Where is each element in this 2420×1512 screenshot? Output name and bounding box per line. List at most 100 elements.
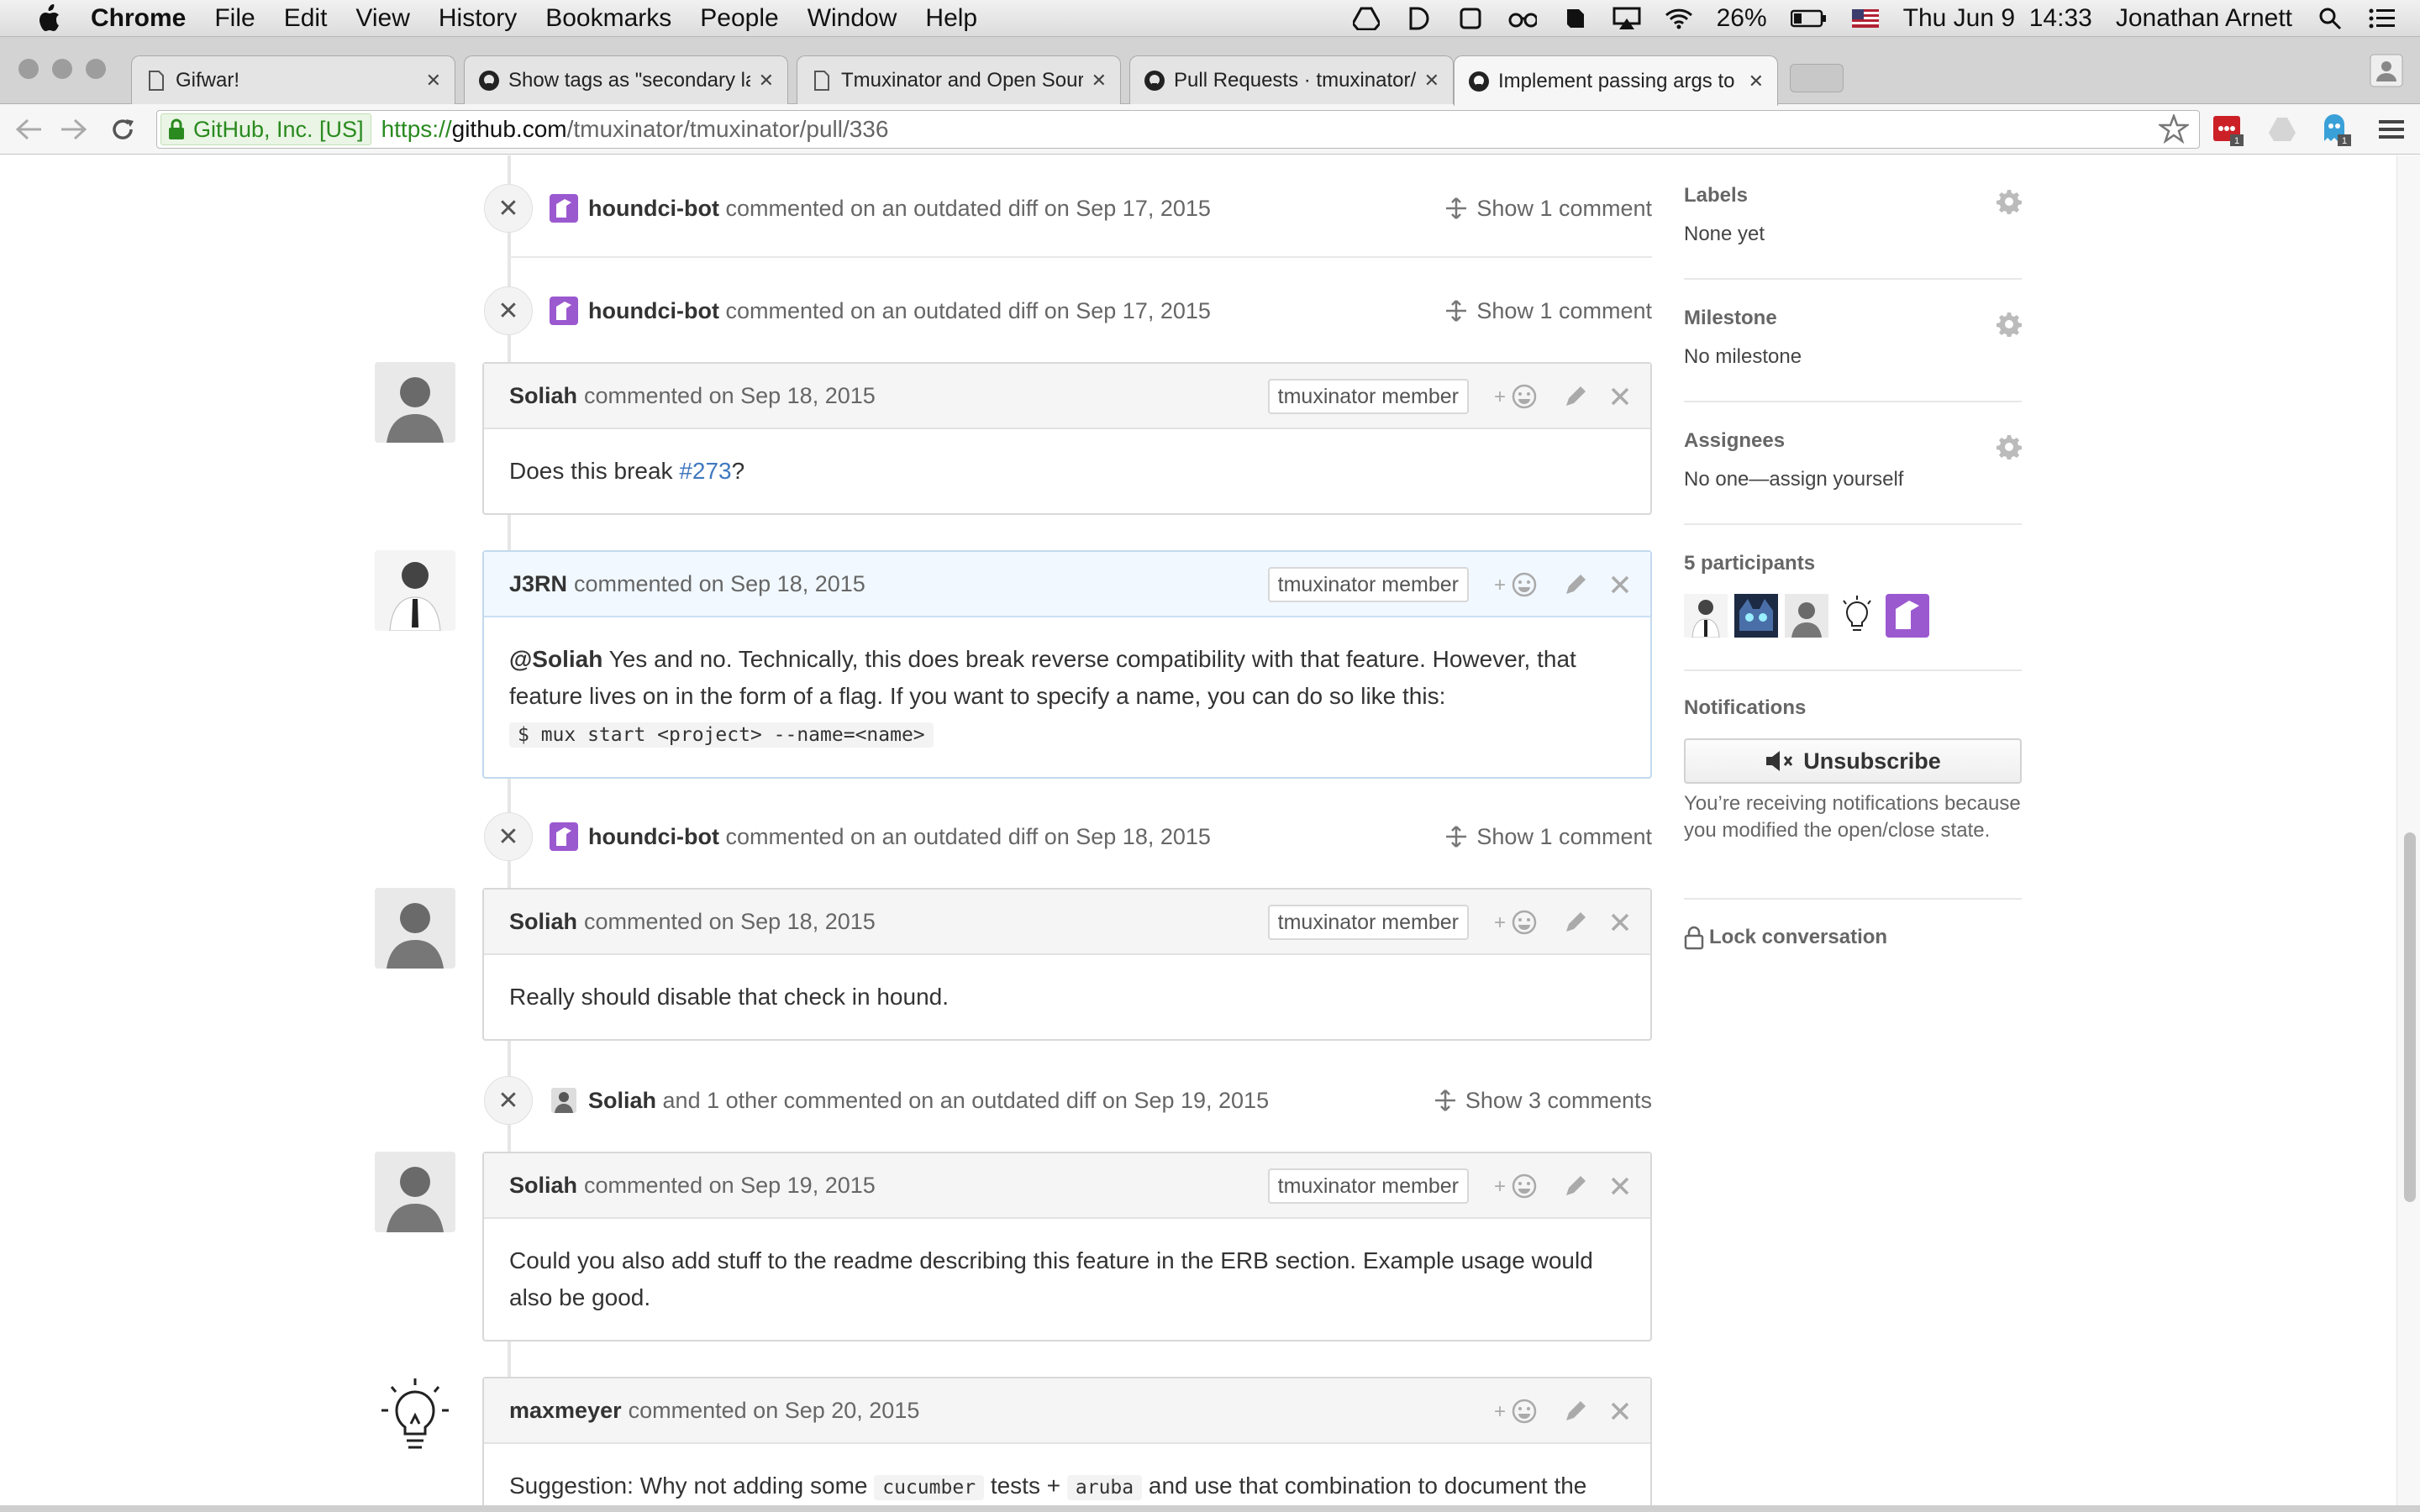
tab-tmuxinator-open-source[interactable]: Tmuxinator and Open Sourc ✕: [797, 55, 1121, 104]
participant-avatar[interactable]: [1785, 594, 1828, 642]
menu-app-chrome[interactable]: Chrome: [91, 4, 186, 33]
close-icon[interactable]: [1610, 912, 1630, 932]
show-comments-button[interactable]: Show 1 comment: [1444, 286, 1652, 336]
soliah-small-avatar-icon[interactable]: [550, 1086, 578, 1115]
author-link[interactable]: maxmeyer: [509, 1398, 622, 1424]
add-reaction-icon[interactable]: +: [1494, 1397, 1541, 1425]
avatar[interactable]: [375, 888, 455, 969]
tab-close-icon[interactable]: ✕: [1424, 70, 1439, 92]
close-icon[interactable]: [1610, 575, 1630, 595]
assign-yourself-link[interactable]: No one—assign yourself: [1684, 468, 2022, 491]
spotlight-search-icon[interactable]: [2316, 6, 2344, 31]
comment-timestamp[interactable]: commented on Sep 20, 2015: [629, 1398, 920, 1424]
menubar-username[interactable]: Jonathan Arnett: [2116, 4, 2292, 33]
menu-history[interactable]: History: [439, 4, 517, 33]
tab-close-icon[interactable]: ✕: [1092, 70, 1107, 92]
notification-center-icon[interactable]: [2368, 6, 2396, 31]
chrome-menu-icon[interactable]: [2375, 113, 2408, 146]
author-link[interactable]: Soliah: [509, 1173, 577, 1199]
pencil-icon[interactable]: [1563, 384, 1588, 409]
comment-timestamp[interactable]: commented on Sep 18, 2015: [584, 383, 876, 409]
extension-drive-icon[interactable]: [2265, 113, 2299, 146]
tab-close-icon[interactable]: ✕: [426, 70, 441, 92]
window-minimize-button[interactable]: [52, 59, 72, 79]
tab-implement-passing-args[interactable]: Implement passing args to ✕: [1454, 55, 1778, 106]
reload-icon[interactable]: [108, 114, 138, 144]
menubar-clock[interactable]: Thu Jun 9 14:33: [1903, 4, 2092, 33]
wifi-icon[interactable]: [1665, 6, 1693, 31]
unsubscribe-button[interactable]: Unsubscribe: [1684, 738, 2022, 784]
tab-close-icon[interactable]: ✕: [759, 70, 774, 92]
author-link[interactable]: Soliah: [509, 909, 577, 935]
comment-timestamp[interactable]: commented on Sep 19, 2015: [584, 1173, 876, 1199]
avatar[interactable]: [375, 550, 455, 631]
battery-icon[interactable]: [1790, 6, 1828, 31]
tab-gifwar[interactable]: Gifwar! ✕: [131, 55, 455, 104]
show-comments-button[interactable]: Show 1 comment: [1444, 183, 1652, 234]
menu-help[interactable]: Help: [925, 4, 977, 33]
issue-link[interactable]: #273: [679, 458, 731, 484]
labels-gear-icon[interactable]: [1996, 189, 2022, 218]
pencil-icon[interactable]: [1563, 1173, 1588, 1199]
participant-avatar[interactable]: [1734, 594, 1778, 642]
participant-avatar[interactable]: [1684, 594, 1728, 642]
close-icon[interactable]: [1610, 386, 1630, 407]
google-drive-icon[interactable]: [1352, 6, 1381, 31]
menu-file[interactable]: File: [214, 4, 255, 33]
flag-us-icon[interactable]: [1851, 6, 1880, 31]
houndci-avatar-icon[interactable]: [550, 194, 578, 223]
participant-avatar[interactable]: [1886, 594, 1929, 642]
author-link[interactable]: houndci-bot: [588, 298, 719, 323]
user-mention[interactable]: @Soliah: [509, 646, 602, 672]
milestone-gear-icon[interactable]: [1996, 312, 2022, 341]
forward-arrow-icon[interactable]: [59, 114, 89, 144]
lock-conversation-link[interactable]: Lock conversation: [1684, 925, 2022, 950]
add-reaction-icon[interactable]: +: [1494, 1172, 1541, 1200]
tab-pull-requests[interactable]: Pull Requests · tmuxinator/t ✕: [1129, 55, 1454, 104]
apple-icon[interactable]: [34, 3, 64, 34]
tab-close-icon[interactable]: ✕: [1749, 71, 1764, 92]
menu-bookmarks[interactable]: Bookmarks: [545, 4, 671, 33]
back-arrow-icon[interactable]: [13, 114, 44, 144]
airplay-icon[interactable]: [1612, 6, 1641, 31]
window-icon[interactable]: [1456, 6, 1485, 31]
page-scrollbar[interactable]: [2396, 155, 2420, 1512]
scrollbar-thumb[interactable]: [2404, 832, 2416, 1202]
address-bar[interactable]: GitHub, Inc. [US] https://github.com/tmu…: [156, 110, 2200, 149]
show-comments-button[interactable]: Show 3 comments: [1434, 1075, 1652, 1126]
add-reaction-icon[interactable]: +: [1494, 908, 1541, 937]
participant-avatar[interactable]: [1835, 594, 1879, 642]
menu-people[interactable]: People: [700, 4, 778, 33]
avatar[interactable]: [375, 1152, 455, 1232]
author-link[interactable]: J3RN: [509, 571, 567, 597]
glasses-icon[interactable]: [1508, 6, 1537, 31]
profile-icon[interactable]: [2370, 54, 2403, 92]
author-link[interactable]: houndci-bot: [588, 824, 719, 849]
comment-timestamp[interactable]: commented on Sep 18, 2015: [574, 571, 865, 597]
bookmark-star-icon[interactable]: [2157, 113, 2191, 150]
close-icon[interactable]: [1610, 1176, 1630, 1196]
window-zoom-button[interactable]: [86, 59, 106, 79]
evernote-icon[interactable]: [1560, 6, 1589, 31]
author-link[interactable]: Soliah: [588, 1088, 656, 1113]
extension-lastpass-icon[interactable]: 1: [2212, 113, 2245, 146]
window-close-button[interactable]: [18, 59, 39, 79]
assignees-gear-icon[interactable]: [1996, 434, 2022, 464]
add-reaction-icon[interactable]: +: [1494, 570, 1541, 599]
url-text[interactable]: https://github.com/tmuxinator/tmuxinator…: [381, 116, 889, 143]
houndci-avatar-icon[interactable]: [550, 822, 578, 851]
tab-show-tags[interactable]: Show tags as "secondary la ✕: [464, 55, 788, 104]
avatar[interactable]: [375, 362, 455, 443]
author-link[interactable]: houndci-bot: [588, 196, 719, 221]
pencil-icon[interactable]: [1563, 910, 1588, 935]
author-link[interactable]: Soliah: [509, 383, 577, 409]
pencil-icon[interactable]: [1563, 1399, 1588, 1424]
add-reaction-icon[interactable]: +: [1494, 382, 1541, 411]
dropzone-icon[interactable]: [1404, 6, 1433, 31]
avatar[interactable]: [375, 1377, 455, 1457]
show-comments-button[interactable]: Show 1 comment: [1444, 811, 1652, 862]
extension-ghostery-icon[interactable]: 1: [2319, 113, 2353, 146]
close-icon[interactable]: [1610, 1401, 1630, 1421]
ev-certificate-badge[interactable]: GitHub, Inc. [US]: [160, 113, 371, 145]
menu-window[interactable]: Window: [808, 4, 897, 33]
